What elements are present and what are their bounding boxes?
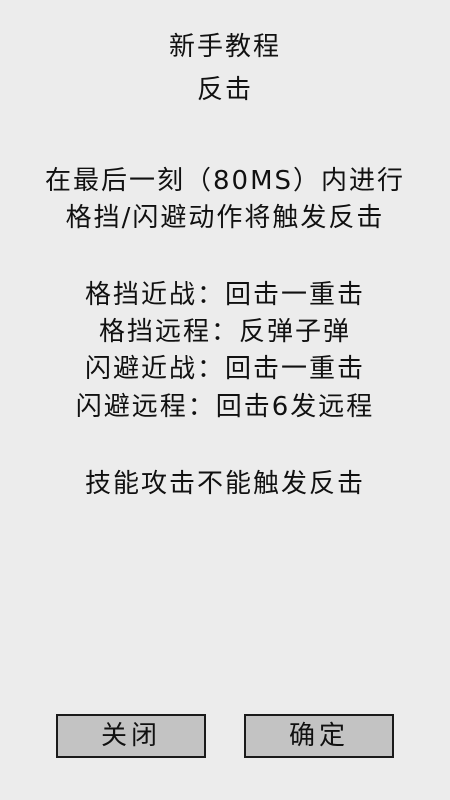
dialog-title: 新手教程 (168, 32, 281, 62)
description-line-1: 在最后一刻（80MS）内进行 (44, 166, 406, 196)
rule-dodge-melee: 闪避近战：回击一重击 (84, 354, 365, 384)
rule-parry-melee: 格挡近战：回击一重击 (84, 280, 365, 310)
skill-note: 技能攻击不能触发反击 (84, 469, 365, 499)
rule-parry-ranged: 格挡远程：反弹子弹 (98, 317, 351, 347)
confirm-button[interactable]: 确定 (244, 714, 394, 758)
dialog-subtitle: 反击 (196, 75, 253, 105)
rule-dodge-ranged: 闪避远程：回击6发远程 (75, 392, 375, 422)
tutorial-dialog: 新手教程 反击 在最后一刻（80MS）内进行 格挡/闪避动作将触发反击 格挡近战… (0, 0, 450, 800)
description-line-2: 格挡/闪避动作将触发反击 (65, 203, 385, 233)
close-button[interactable]: 关闭 (56, 714, 206, 758)
